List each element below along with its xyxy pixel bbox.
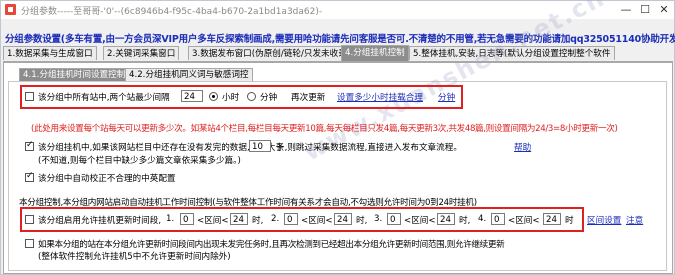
range-3-unit: 时, [459, 216, 471, 226]
tab-data-collection[interactable]: 1.数据采集与生成窗口 [3, 46, 97, 60]
range-2-to[interactable]: 24 [334, 213, 352, 225]
range-2-index: 2. [271, 214, 280, 224]
auto-correct-label: 该分组中自动校正不合理的中英配置 [38, 174, 176, 184]
window-title: 分组参数-----至哥哥-'0'--(6c8946b4-f95c-4ba4-b6… [21, 7, 323, 17]
auto-correct-checkbox[interactable] [25, 171, 34, 182]
range-2-from[interactable]: 0 [284, 213, 298, 225]
continue-update-note: (整体软件控制允许挂机5中不允许更新时间内除外) [38, 252, 231, 262]
range-4-from[interactable]: 0 [491, 213, 505, 225]
minimize-button[interactable]: — [618, 3, 634, 17]
app-window: 分组参数-----至哥哥-'0'--(6c8946b4-f95c-4ba4-b6… [0, 0, 675, 275]
range-4-to[interactable]: 24 [543, 213, 561, 225]
tab-synonym-control[interactable]: 4.2.分组挂机同义词与敏感词控 [125, 68, 253, 81]
range-2-unit: 时, [356, 216, 368, 226]
range-1-from[interactable]: 0 [180, 213, 194, 225]
range-4-unit: 时 [565, 216, 574, 226]
range-1-index: 1. [166, 214, 175, 224]
range-3-to[interactable]: 24 [437, 213, 455, 225]
minute-link[interactable]: 分钟 [438, 91, 455, 103]
interval-label: 该分组中所有站中,两个站最少间隔 [38, 93, 170, 103]
range-3-from[interactable]: 0 [387, 213, 401, 225]
help-link[interactable]: 帮助 [514, 141, 531, 153]
range-1-to[interactable]: 24 [230, 213, 248, 225]
continue-update-label: 如果本分组的站在本分组允许更新时间段间内出现未发完任务时,且再次检测到已经超出本… [38, 240, 505, 250]
maximize-button[interactable]: ☐ [637, 3, 653, 17]
radio-hour[interactable] [209, 92, 218, 101]
radio-minute[interactable] [247, 92, 256, 101]
interval-checkbox[interactable] [25, 92, 34, 101]
set-hours-link[interactable]: 设置多少小时挂载合理 [337, 91, 423, 103]
skip-collect-label2: 条,则跳过采集数据流程,直接进入发布文章流程。 [276, 143, 462, 153]
time-range-checkbox[interactable] [25, 215, 34, 224]
close-button[interactable]: ✕ [656, 3, 672, 17]
interval-input[interactable]: 24 [181, 90, 203, 102]
range-4-between: <区间< [508, 216, 540, 226]
skip-collect-note: (不知道,则每个栏目中缺少多少篇文章依采集多少篇。) [38, 156, 241, 166]
continue-update-checkbox[interactable] [25, 239, 34, 248]
tab-keyword-collection[interactable]: 2.关键词采集窗口 [103, 46, 180, 60]
tab-schedule-control[interactable]: 4.1.分组挂机时间设置控制 [19, 68, 130, 81]
radio-hour-label: 小时 [222, 93, 240, 103]
settings-banner: 分组参数设置(多车有置,由一方会员深VIP用户多车反探索制画成,需要用哈功能请先… [5, 34, 675, 45]
range-3-between: <区间< [404, 216, 436, 226]
range-settings-link[interactable]: 区间设置 [587, 214, 621, 226]
skip-count-input[interactable]: 10 [249, 140, 271, 152]
tab-data-publish[interactable]: 3.数据发布窗口(伪原创/链轮/只发未收录 [188, 46, 351, 60]
range-note-link[interactable]: 注意 [626, 214, 643, 226]
interval-note: (此处用来设置每个站每天可以更新多少次。如某站4个栏目,每栏目每天更新10篇,每… [31, 124, 618, 134]
range-1-unit: 时, [252, 216, 264, 226]
range-1-between: <区间< [197, 216, 229, 226]
skip-collect-checkbox[interactable] [25, 140, 34, 151]
time-range-label: 该分组启用允许挂机更新时间段, [38, 216, 162, 226]
radio-minute-label: 分钟 [260, 93, 278, 103]
update-again-label: 再次更新 [291, 93, 326, 103]
range-3-index: 3. [374, 214, 383, 224]
range-2-between: <区间< [301, 216, 333, 226]
skip-collect-label: 该分组挂机中,如果该网站栏目中还存在没有发完的数据,当数大于 [38, 143, 285, 153]
main-tab-strip: 1.数据采集与生成窗口 2.关键词采集窗口 3.数据发布窗口(伪原创/链轮/只发… [3, 45, 673, 62]
app-icon [5, 4, 16, 15]
range-4-index: 4. [478, 214, 487, 224]
tab-group-control[interactable]: 4.分组挂机控制 [341, 45, 409, 61]
